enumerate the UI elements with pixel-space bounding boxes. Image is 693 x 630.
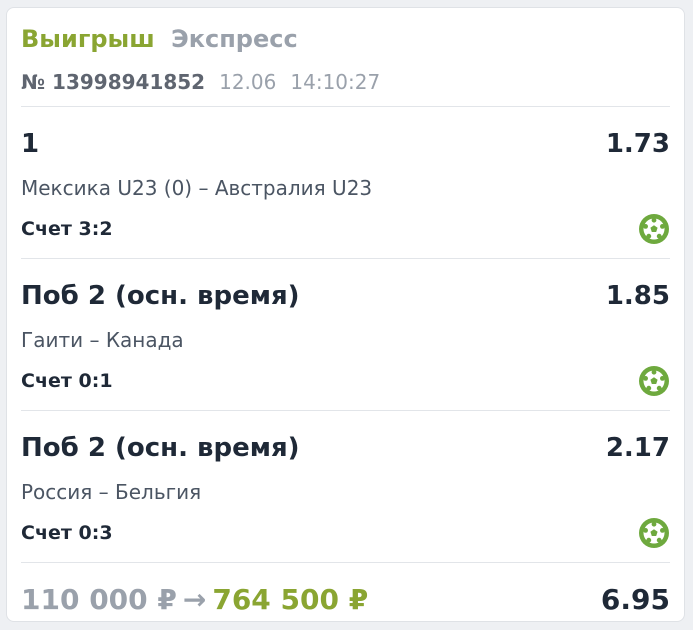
divider [21, 562, 670, 563]
soccer-ball-icon [639, 214, 669, 244]
divider [21, 106, 670, 107]
bet-event: 1 1.73 Мексика U23 (0) – Австралия U23 С… [21, 127, 670, 267]
bet-match: Мексика U23 (0) – Австралия U23 [21, 176, 373, 200]
bet-date: 12.06 [219, 70, 277, 94]
soccer-ball-icon [639, 518, 669, 548]
bet-type: Экспресс [171, 25, 298, 53]
arrow-right-icon: → [182, 583, 207, 616]
bet-outcome: Поб 2 (осн. время) [21, 281, 300, 311]
bet-odd: 1.85 [605, 281, 670, 311]
bet-title: Выигрыш Экспресс [21, 22, 670, 56]
bet-outcome: Поб 2 (осн. время) [21, 433, 300, 463]
soccer-ball-icon [639, 366, 669, 396]
bet-slip-card[interactable]: Выигрыш Экспресс № 13998941852 12.06 14:10… [6, 7, 685, 622]
bet-outcome: 1 [21, 129, 40, 159]
bet-odd: 2.17 [605, 433, 670, 463]
bet-header: Выигрыш Экспресс № 13998941852 12.06 14:10… [21, 22, 670, 96]
payout-amount: 764 500 ₽ [212, 583, 369, 616]
bet-score: Счет 0:1 [21, 370, 113, 392]
bet-match: Россия – Бельгия [21, 480, 202, 504]
bet-event: Поб 2 (осн. время) 2.17 Россия – Бельгия… [21, 431, 670, 571]
bet-footer: 110 000 ₽ → 764 500 ₽ 6.95 [21, 583, 670, 617]
bet-score: Счет 0:3 [21, 522, 113, 544]
bet-status: Выигрыш [21, 25, 155, 53]
bet-number: № 13998941852 [21, 70, 206, 94]
bet-match: Гаити – Канада [21, 328, 184, 352]
bet-meta: № 13998941852 12.06 14:10:27 [21, 68, 670, 96]
bet-time: 14:10:27 [290, 70, 381, 94]
total-odd: 6.95 [600, 583, 670, 616]
bet-event: Поб 2 (осн. время) 1.85 Гаити – Канада С… [21, 279, 670, 419]
bet-amounts: 110 000 ₽ → 764 500 ₽ [21, 583, 368, 617]
bet-score: Счет 3:2 [21, 218, 113, 240]
divider [21, 410, 670, 411]
stake-amount: 110 000 ₽ [21, 583, 177, 616]
divider [21, 258, 670, 259]
bet-odd: 1.73 [605, 129, 670, 159]
